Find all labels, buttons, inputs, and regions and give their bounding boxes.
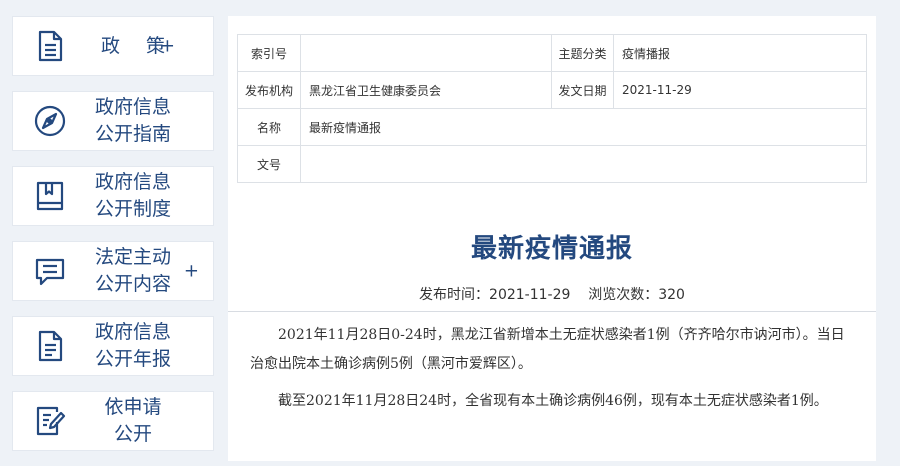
article-paragraph: 截至2021年11月28日24时，全省现有本土确诊病例46例，现有本土无症状感染… <box>278 393 828 409</box>
compass-icon <box>33 104 67 138</box>
nav-item-statutory-content[interactable]: 法定主动 公开内容 + <box>12 241 214 301</box>
article-body: 2021年11月28日0-24时，黑龙江省新增本土无症状感染者1例（齐齐哈尔市讷… <box>250 321 850 424</box>
document-meta-table: 索引号 主题分类 疫情播报 发布机构 黑龙江省卫生健康委员会 发文日期 2021… <box>237 34 867 183</box>
topic-label: 主题分类 <box>551 34 614 72</box>
name-value: 最新疫情通报 <box>300 108 867 146</box>
views-label: 浏览次数： <box>588 287 659 303</box>
nav-item-policy[interactable]: 政 策 + <box>12 16 214 76</box>
nav-item-apply-disclosure[interactable]: 依申请 公开 <box>12 391 214 451</box>
publisher-label: 发布机构 <box>237 71 301 109</box>
edit-form-icon <box>33 404 67 438</box>
nav-label: 法定主动 公开内容 <box>94 246 171 295</box>
divider <box>228 311 876 312</box>
expand-plus-icon[interactable]: + <box>184 261 199 282</box>
main-content: 索引号 主题分类 疫情播报 发布机构 黑龙江省卫生健康委员会 发文日期 2021… <box>228 16 876 461</box>
topic-value: 疫情播报 <box>613 34 867 72</box>
expand-plus-icon[interactable]: + <box>160 36 175 57</box>
table-row: 文号 <box>237 145 867 183</box>
index-label: 索引号 <box>237 34 301 72</box>
name-label: 名称 <box>237 108 301 146</box>
publish-info: 发布时间：2021-11-29 浏览次数：320 <box>228 284 876 304</box>
report-icon <box>33 329 67 363</box>
nav-item-system[interactable]: 政府信息 公开制度 <box>12 166 214 226</box>
table-row: 名称 最新疫情通报 <box>237 108 867 146</box>
nav-item-guide[interactable]: 政府信息 公开指南 <box>12 91 214 151</box>
table-row: 发布机构 黑龙江省卫生健康委员会 发文日期 2021-11-29 <box>237 71 867 109</box>
sidebar: 政 策 + 政府信息 公开指南 政府信息 公开制度 法定主动 公开内容 + 政府… <box>12 16 214 466</box>
index-value <box>300 34 552 72</box>
nav-label: 依申请 公开 <box>104 396 162 445</box>
article-paragraph: 2021年11月28日0-24时，黑龙江省新增本土无症状感染者1例（齐齐哈尔市讷… <box>250 327 845 372</box>
date-value: 2021-11-29 <box>613 71 867 109</box>
nav-item-annual-report[interactable]: 政府信息 公开年报 <box>12 316 214 376</box>
nav-label: 政府信息 公开指南 <box>94 96 171 145</box>
document-icon <box>33 29 67 63</box>
publish-time-label: 发布时间： <box>419 287 490 303</box>
docno-value <box>300 145 867 183</box>
nav-label: 政府信息 公开制度 <box>94 171 171 220</box>
publisher-value: 黑龙江省卫生健康委员会 <box>300 71 552 109</box>
article-title: 最新疫情通报 <box>470 234 633 264</box>
publish-time: 2021-11-29 <box>489 287 571 303</box>
docno-label: 文号 <box>237 145 301 183</box>
book-icon <box>33 179 67 213</box>
table-row: 索引号 主题分类 疫情播报 <box>237 34 867 72</box>
views-count: 320 <box>658 287 685 303</box>
nav-label: 政府信息 公开年报 <box>94 321 171 370</box>
chat-icon <box>33 254 67 288</box>
date-label: 发文日期 <box>551 71 614 109</box>
